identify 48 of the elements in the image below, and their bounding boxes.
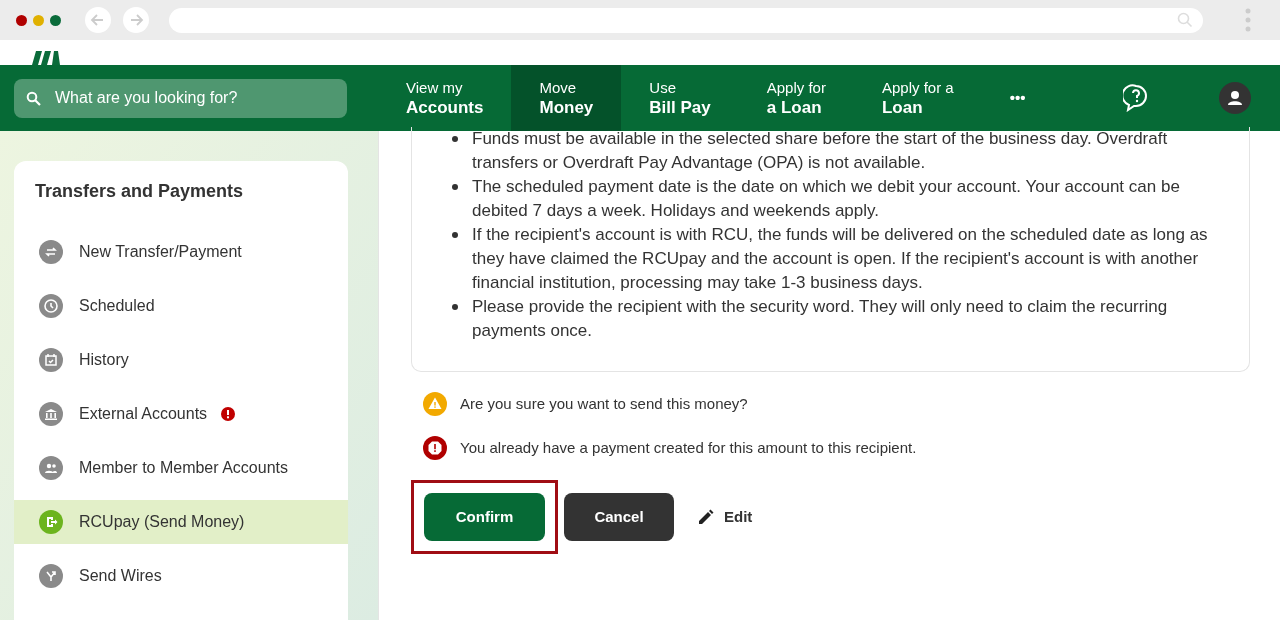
- clock-icon: [39, 294, 63, 318]
- sidebar-item[interactable]: Scheduled: [14, 284, 348, 328]
- sidebar-label: External Accounts: [79, 404, 208, 424]
- sidebar-item[interactable]: Send Wires: [14, 554, 348, 598]
- nav-tab[interactable]: Apply for a Loan: [853, 65, 982, 131]
- sidebar-item[interactable]: External Accounts: [14, 392, 348, 436]
- edit-button[interactable]: Edit: [690, 505, 761, 529]
- avatar-icon[interactable]: [1219, 82, 1252, 114]
- bullet-icon: [452, 136, 458, 142]
- warning-icon: [423, 392, 447, 416]
- message-text: Are you sure you want to send this money?: [460, 393, 748, 414]
- error-icon: [423, 436, 447, 460]
- notice-text: If the recipient's account is with RCU, the funds will be delivered on the scheduled date as long as they have claimed the RCUpay and the account is open. If the recipient's account is with another financial institution, processing may take 1-3 business days.: [472, 224, 1209, 294]
- sidebar-item[interactable]: Member to Member Accounts: [14, 446, 348, 490]
- sidebar-label: New Transfer/Payment: [79, 242, 242, 262]
- sidebar-item[interactable]: History: [14, 338, 348, 382]
- bullet-icon: [452, 184, 458, 190]
- confirm-button[interactable]: Confirm: [424, 493, 545, 541]
- calendar-icon: [39, 348, 63, 372]
- notice-text: Funds must be available in the selected share before the start of the business day. Overdraft transfers or Overdraft Pay Advantage (OPA) is not available.: [472, 128, 1169, 174]
- sidebar-label: History: [79, 350, 129, 370]
- nav-tab[interactable]: Move Money: [511, 65, 622, 131]
- sidebar-item[interactable]: RCUpay (Send Money): [14, 500, 348, 544]
- sidebar-label: Send Wires: [79, 566, 162, 586]
- more-button[interactable]: •••: [981, 65, 1054, 131]
- cancel-button[interactable]: Cancel: [564, 493, 674, 541]
- search-icon: [26, 90, 42, 107]
- nav-tab[interactable]: View my Accounts: [378, 65, 512, 131]
- message-text: You already have a payment created for this amount to this recipient.: [460, 437, 917, 458]
- people-icon: [39, 456, 63, 480]
- notice-text: Please provide the recipient with the security word. They will only need to claim the recurring payments once.: [472, 296, 1169, 342]
- sidebar-label: Member to Member Accounts: [79, 458, 288, 478]
- arrows-icon: [39, 240, 63, 264]
- send-icon: [39, 510, 63, 534]
- nav-tab[interactable]: Use Bill Pay: [621, 65, 739, 131]
- nav-tab[interactable]: Apply for a Loan: [738, 65, 854, 131]
- bullet-icon: [452, 304, 458, 310]
- sidebar-label: RCUpay (Send Money): [79, 512, 245, 532]
- search-field[interactable]: What are you looking for?: [14, 78, 347, 118]
- logo-icon[interactable]: [32, 51, 60, 65]
- bullet-icon: [452, 232, 458, 238]
- pencil-icon: [698, 509, 714, 525]
- notice-text: The scheduled payment date is the date on which we debit your account. Your account can be debited 7 days a week. Holidays and weekends apply.: [472, 176, 1181, 222]
- sidebar-item[interactable]: New Transfer/Payment: [14, 230, 348, 274]
- search-icon: [1177, 12, 1193, 28]
- bank-icon: [39, 402, 63, 426]
- sidebar-label: Scheduled: [79, 296, 155, 316]
- sidebar-title: Transfers and Payments: [34, 180, 245, 203]
